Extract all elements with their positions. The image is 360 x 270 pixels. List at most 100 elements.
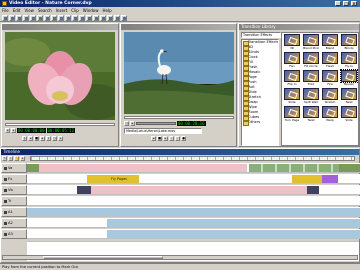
zoom-icon[interactable]: [65, 14, 71, 21]
menu-window[interactable]: Window: [83, 8, 99, 13]
program-volume-slider[interactable]: [136, 122, 176, 125]
effect-tile[interactable]: Fly In: [341, 52, 357, 68]
play-icon[interactable]: [93, 14, 99, 21]
effect-tile[interactable]: Slide: [284, 88, 300, 104]
effect-tile[interactable]: Flash: [322, 52, 338, 68]
source-loop-button[interactable]: ○: [52, 136, 57, 141]
clip-thumbnail[interactable]: [339, 164, 360, 172]
open-icon[interactable]: [9, 14, 15, 21]
close-button[interactable]: ×: [351, 1, 357, 6]
program-video[interactable]: [124, 32, 234, 114]
record-icon[interactable]: [107, 14, 113, 21]
source-prev-button[interactable]: ◂: [28, 136, 33, 141]
find-icon[interactable]: [58, 14, 64, 21]
transition-clip[interactable]: [87, 175, 99, 183]
maximize-button[interactable]: □: [343, 1, 349, 6]
effect-tile[interactable]: Fold: [303, 70, 319, 86]
transition-dropdown[interactable]: Transition Effects: [241, 32, 281, 38]
eye-icon[interactable]: [4, 188, 7, 192]
trim-icon[interactable]: [86, 14, 92, 21]
program-scrubber[interactable]: [124, 116, 234, 119]
program-step-fwd-button[interactable]: ›: [175, 136, 180, 141]
speaker-icon[interactable]: [4, 232, 7, 236]
menu-clip[interactable]: Clip: [71, 8, 79, 13]
program-play-button[interactable]: ▸: [130, 121, 135, 126]
track-body[interactable]: [27, 163, 360, 173]
undo-icon[interactable]: [44, 14, 50, 21]
source-video[interactable]: [5, 32, 115, 120]
copy-icon[interactable]: [30, 14, 36, 21]
menu-edit[interactable]: Edit: [13, 8, 21, 13]
save-icon[interactable]: [16, 14, 22, 21]
transition-clip[interactable]: [322, 175, 338, 183]
effect-tile[interactable]: Blend: [322, 34, 338, 50]
source-insert-button[interactable]: +: [58, 136, 63, 141]
track-body[interactable]: [27, 218, 360, 228]
scrollbar-thumb[interactable]: [43, 256, 163, 259]
program-stop-button[interactable]: ■: [157, 136, 162, 141]
track-body[interactable]: [27, 229, 360, 239]
effect-tile[interactable]: Fire: [322, 70, 338, 86]
program-step-back-button[interactable]: ‹: [169, 136, 174, 141]
settings-icon[interactable]: [114, 14, 120, 21]
new-icon[interactable]: [2, 14, 8, 21]
effect-tile[interactable]: Flip In: [284, 70, 300, 86]
source-scrubber[interactable]: [5, 123, 115, 126]
split-icon[interactable]: [79, 14, 85, 21]
effect-tile[interactable]: Twist: [303, 106, 319, 122]
clip-path-field[interactable]: Media\Lotus\Heron\Lake.mov: [124, 128, 202, 134]
source-rewind-button[interactable]: ◂: [5, 128, 10, 133]
video-clip[interactable]: [39, 164, 247, 172]
menu-help[interactable]: Help: [103, 8, 112, 13]
speaker-icon[interactable]: [4, 210, 7, 214]
source-mark-in-button[interactable]: {: [22, 136, 27, 141]
tree-item[interactable]: Others: [242, 120, 278, 126]
timeline-hand-icon[interactable]: ✋: [14, 156, 19, 161]
effect-tile[interactable]: Fill Circle: [303, 52, 319, 68]
track-body[interactable]: Fly Pages: [27, 174, 360, 184]
timeline-scrollbar[interactable]: [2, 255, 358, 260]
program-mark-button[interactable]: ○: [124, 121, 129, 126]
program-next-button[interactable]: ▸: [163, 136, 168, 141]
transition-clip[interactable]: [292, 175, 322, 183]
menu-search[interactable]: Search: [38, 8, 52, 13]
stop-icon[interactable]: [100, 14, 106, 21]
audio-clip[interactable]: [27, 208, 360, 216]
audio-clip[interactable]: [107, 230, 360, 238]
timeline-zoom-icon[interactable]: +: [20, 156, 25, 161]
clip-thumbnail[interactable]: [307, 186, 319, 194]
audio-clip[interactable]: [107, 219, 360, 227]
effect-tile-selected[interactable]: Mosaic: [340, 69, 358, 86]
source-mark-out-button[interactable]: }: [46, 136, 51, 141]
effect-tile[interactable]: Warp: [322, 106, 338, 122]
eye-icon[interactable]: [4, 166, 7, 170]
redo-icon[interactable]: [51, 14, 57, 21]
cut-icon[interactable]: [23, 14, 29, 21]
minimize-button[interactable]: _: [335, 1, 341, 6]
menu-insert[interactable]: Insert: [56, 8, 67, 13]
effect-tile[interactable]: Twist: [341, 88, 357, 104]
track-body[interactable]: [27, 207, 360, 217]
video-clip-thumbnails[interactable]: [249, 164, 339, 172]
effect-tile[interactable]: Stretch: [322, 88, 338, 104]
menu-file[interactable]: File: [2, 8, 9, 13]
help-icon[interactable]: [121, 14, 127, 21]
transition-clip-label[interactable]: Fly Pages: [99, 175, 139, 183]
effect-tile[interactable]: Blinds: [341, 34, 357, 50]
source-stop-button[interactable]: ■: [34, 136, 39, 141]
effect-tile[interactable]: Slide: [341, 106, 357, 122]
menu-view[interactable]: View: [24, 8, 34, 13]
track-body[interactable]: [27, 196, 360, 206]
effect-tile[interactable]: Turn Page: [284, 106, 300, 122]
clip-thumbnail[interactable]: [77, 186, 91, 194]
video-clip[interactable]: [91, 186, 307, 194]
effect-tile[interactable]: 3D: [284, 34, 300, 50]
clip-icon[interactable]: [72, 14, 78, 21]
effect-tile[interactable]: Split Wall: [303, 88, 319, 104]
timeline-razor-icon[interactable]: /: [8, 156, 13, 161]
paste-icon[interactable]: [37, 14, 43, 21]
lock-icon[interactable]: [4, 199, 7, 203]
program-record-button[interactable]: ●: [181, 136, 186, 141]
source-next-button[interactable]: ▸: [40, 136, 45, 141]
speaker-icon[interactable]: [4, 221, 7, 225]
